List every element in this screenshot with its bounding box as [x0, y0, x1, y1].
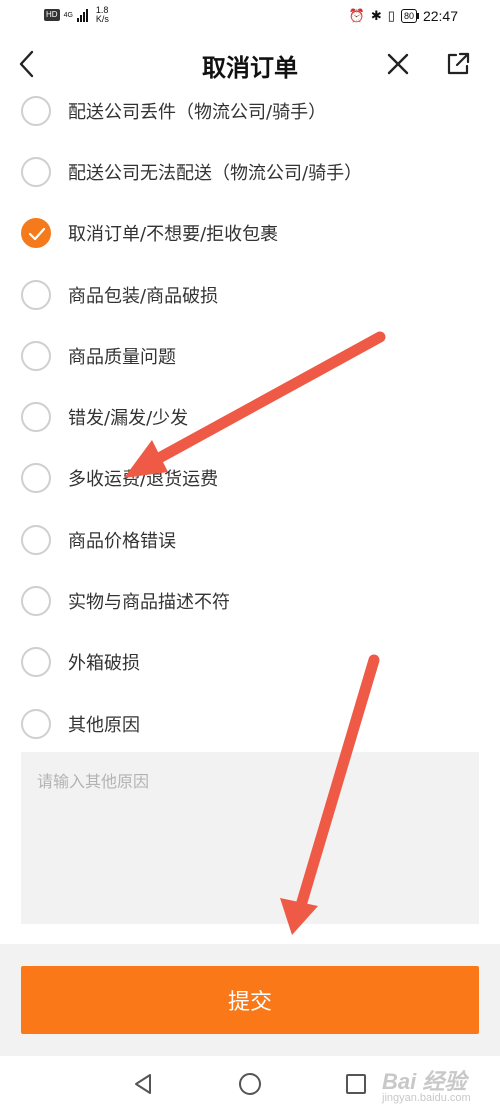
checkmark-icon [28, 228, 46, 241]
radio-unchecked-icon[interactable] [21, 95, 51, 126]
radio-unchecked-icon[interactable] [21, 463, 51, 494]
circle-home-icon [239, 1073, 261, 1095]
vibrate-icon: ▯ [387, 8, 395, 23]
submit-button[interactable]: 提交 [21, 966, 479, 1034]
status-bar: HD 4G 1.8 K/s ⏰ ✱ ▯ 80 22:47 [0, 0, 500, 34]
watermark-text: Bai 经验 [382, 1069, 467, 1094]
reason-label: 配送公司无法配送（物流公司/骑手） [68, 162, 363, 184]
reason-label: 外箱破损 [68, 653, 140, 675]
close-button[interactable] [384, 50, 412, 78]
status-right: ⏰ ✱ ▯ 80 22:47 [349, 8, 458, 24]
cancel-reason-list: 配送公司丢件（物流公司/骑手） 配送公司无法配送（物流公司/骑手） 取消订单/不想要… [0, 80, 500, 754]
bluetooth-icon: ✱ [370, 8, 382, 23]
radio-unchecked-icon[interactable] [21, 524, 51, 555]
radio-unchecked-icon[interactable] [21, 647, 51, 678]
reason-option[interactable]: 商品包装/商品破损 [0, 264, 500, 325]
reason-label: 其他原因 [68, 714, 140, 736]
reason-option[interactable]: 多收运费/退货运费 [0, 448, 500, 509]
radio-unchecked-icon[interactable] [21, 402, 51, 433]
reason-option[interactable]: 商品质量问题 [0, 325, 500, 386]
reason-label: 商品质量问题 [68, 346, 176, 368]
battery-icon: 80 [400, 9, 419, 23]
reason-label: 商品价格错误 [68, 530, 176, 552]
reason-label: 商品包装/商品破损 [68, 285, 219, 307]
square-recents-icon [346, 1074, 366, 1094]
clock: 22:47 [422, 8, 458, 24]
watermark-sub: jingyan.baidu.com [382, 1092, 471, 1104]
reason-option[interactable]: 配送公司无法配送（物流公司/骑手） [0, 141, 500, 202]
status-left: HD 4G 1.8 K/s [44, 6, 109, 24]
reason-option[interactable]: 取消订单/不想要/拒收包裹 [0, 203, 500, 264]
reason-label: 实物与商品描述不符 [68, 592, 230, 614]
close-icon [387, 53, 409, 75]
reason-option[interactable]: 其他原因 [0, 693, 500, 754]
hd-badge: HD [44, 9, 60, 21]
alarm-icon: ⏰ [348, 8, 365, 23]
share-button[interactable] [444, 50, 472, 78]
reason-option[interactable]: 实物与商品描述不符 [0, 570, 500, 631]
radio-unchecked-icon[interactable] [21, 586, 51, 617]
bottom-bar: 提交 [0, 944, 500, 1056]
baidu-watermark: Bai 经验 jingyan.baidu.com [382, 1064, 471, 1104]
reason-option[interactable]: 商品价格错误 [0, 509, 500, 570]
reason-option[interactable]: 错发/漏发/少发 [0, 386, 500, 447]
radio-unchecked-icon[interactable] [21, 340, 51, 371]
reason-label: 错发/漏发/少发 [68, 408, 189, 430]
reason-label: 多收运费/退货运费 [68, 469, 219, 491]
share-icon [447, 52, 470, 75]
radio-unchecked-icon[interactable] [21, 156, 51, 187]
system-back-button[interactable] [130, 1070, 158, 1098]
radio-checked-icon[interactable] [21, 218, 51, 249]
triangle-back-icon [135, 1074, 151, 1094]
reason-option[interactable]: 外箱破损 [0, 632, 500, 693]
other-reason-input[interactable] [21, 752, 479, 924]
radio-unchecked-icon[interactable] [21, 279, 51, 310]
network-speed: 1.8 K/s [96, 6, 109, 24]
reason-label: 取消订单/不想要/拒收包裹 [68, 224, 279, 246]
radio-unchecked-icon[interactable] [21, 708, 51, 739]
speed-unit: K/s [95, 14, 109, 24]
system-recents-button[interactable] [342, 1070, 370, 1098]
reason-option[interactable]: 配送公司丢件（物流公司/骑手） [0, 80, 500, 141]
signal-icon [76, 8, 88, 22]
system-home-button[interactable] [236, 1070, 264, 1098]
page-title: 取消订单 [202, 53, 298, 82]
network-type: 4G [63, 11, 73, 19]
reason-label: 配送公司丢件（物流公司/骑手） [68, 101, 327, 123]
